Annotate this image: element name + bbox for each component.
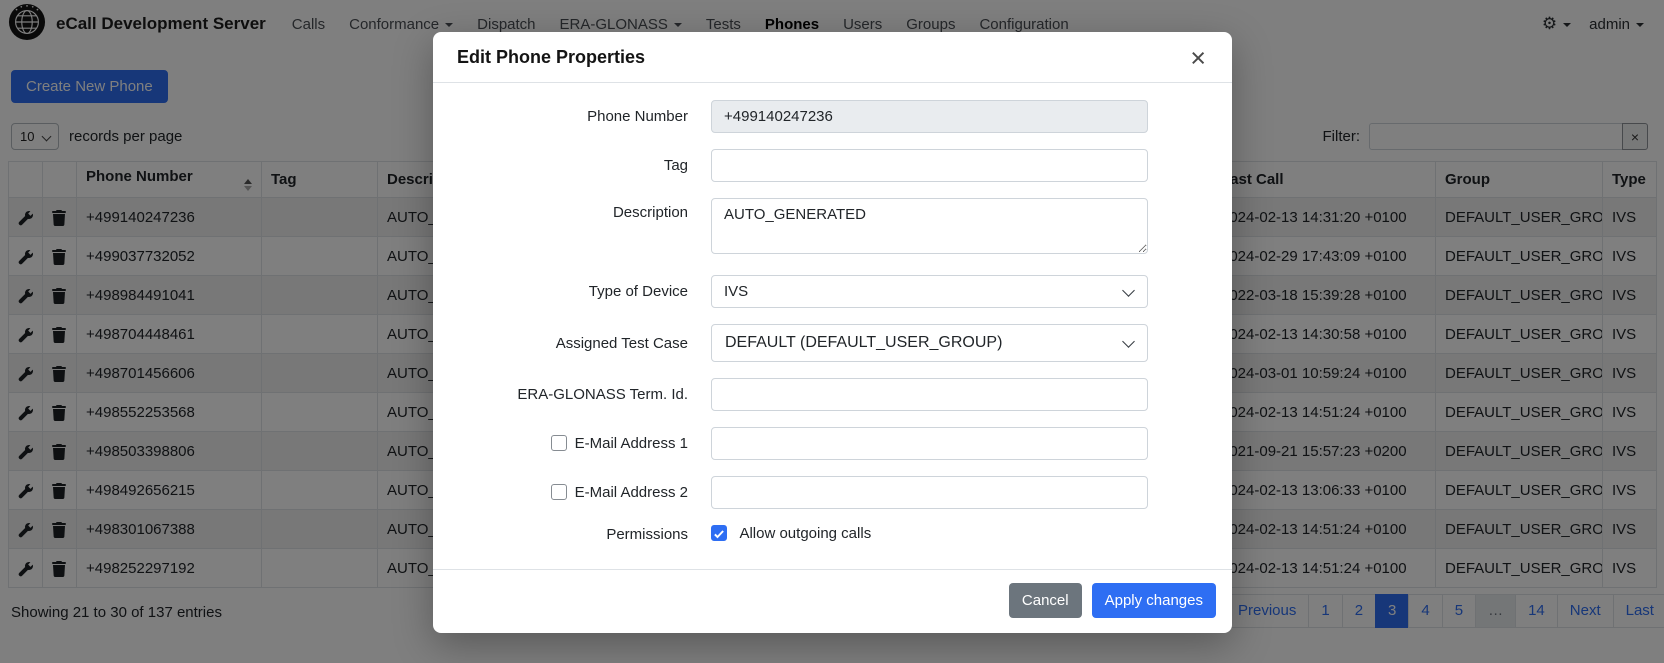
check-icon: [713, 528, 725, 540]
edit-phone-modal: Edit Phone Properties × Phone Number Tag…: [433, 32, 1232, 633]
permissions-label: Permissions: [449, 526, 688, 543]
era-term-field[interactable]: [711, 378, 1148, 411]
device-type-row: Type of Device IVS: [449, 275, 1216, 308]
tag-row: Tag: [449, 149, 1216, 182]
description-field[interactable]: AUTO_GENERATED: [711, 198, 1148, 254]
allow-outgoing-calls-label: Allow outgoing calls: [739, 525, 871, 542]
modal-footer: Cancel Apply changes: [433, 569, 1232, 633]
allow-outgoing-calls-checkbox[interactable]: [711, 525, 727, 541]
apply-changes-button[interactable]: Apply changes: [1092, 583, 1216, 618]
era-term-label: ERA-GLONASS Term. Id.: [449, 386, 688, 403]
phone-number-row: Phone Number: [449, 100, 1216, 133]
description-row: Description AUTO_GENERATED: [449, 198, 1216, 259]
device-type-label: Type of Device: [449, 283, 688, 300]
email1-field[interactable]: [711, 427, 1148, 460]
description-label: Description: [449, 198, 688, 221]
cancel-button[interactable]: Cancel: [1009, 583, 1082, 618]
era-term-row: ERA-GLONASS Term. Id.: [449, 378, 1216, 411]
modal-header: Edit Phone Properties ×: [433, 32, 1232, 83]
test-case-label: Assigned Test Case: [449, 335, 688, 352]
permissions-row: Permissions Allow outgoing calls: [449, 525, 1216, 543]
email1-checkbox[interactable]: [551, 435, 567, 451]
phone-number-field: [711, 100, 1148, 133]
test-case-select[interactable]: DEFAULT (DEFAULT_USER_GROUP): [711, 324, 1148, 362]
modal-title: Edit Phone Properties: [457, 47, 645, 68]
close-button[interactable]: ×: [1188, 48, 1208, 68]
email2-checkbox[interactable]: [551, 484, 567, 500]
email2-label: E-Mail Address 2: [575, 484, 688, 501]
test-case-row: Assigned Test Case DEFAULT (DEFAULT_USER…: [449, 324, 1216, 362]
phone-number-label: Phone Number: [449, 108, 688, 125]
tag-label: Tag: [449, 157, 688, 174]
close-icon: ×: [1190, 43, 1206, 73]
email1-row: E-Mail Address 1: [449, 427, 1216, 460]
email2-row: E-Mail Address 2: [449, 476, 1216, 509]
modal-body: Phone Number Tag Description AUTO_GENERA…: [433, 83, 1232, 569]
device-type-select[interactable]: IVS: [711, 275, 1148, 308]
email1-label: E-Mail Address 1: [575, 435, 688, 452]
tag-field[interactable]: [711, 149, 1148, 182]
email2-field[interactable]: [711, 476, 1148, 509]
